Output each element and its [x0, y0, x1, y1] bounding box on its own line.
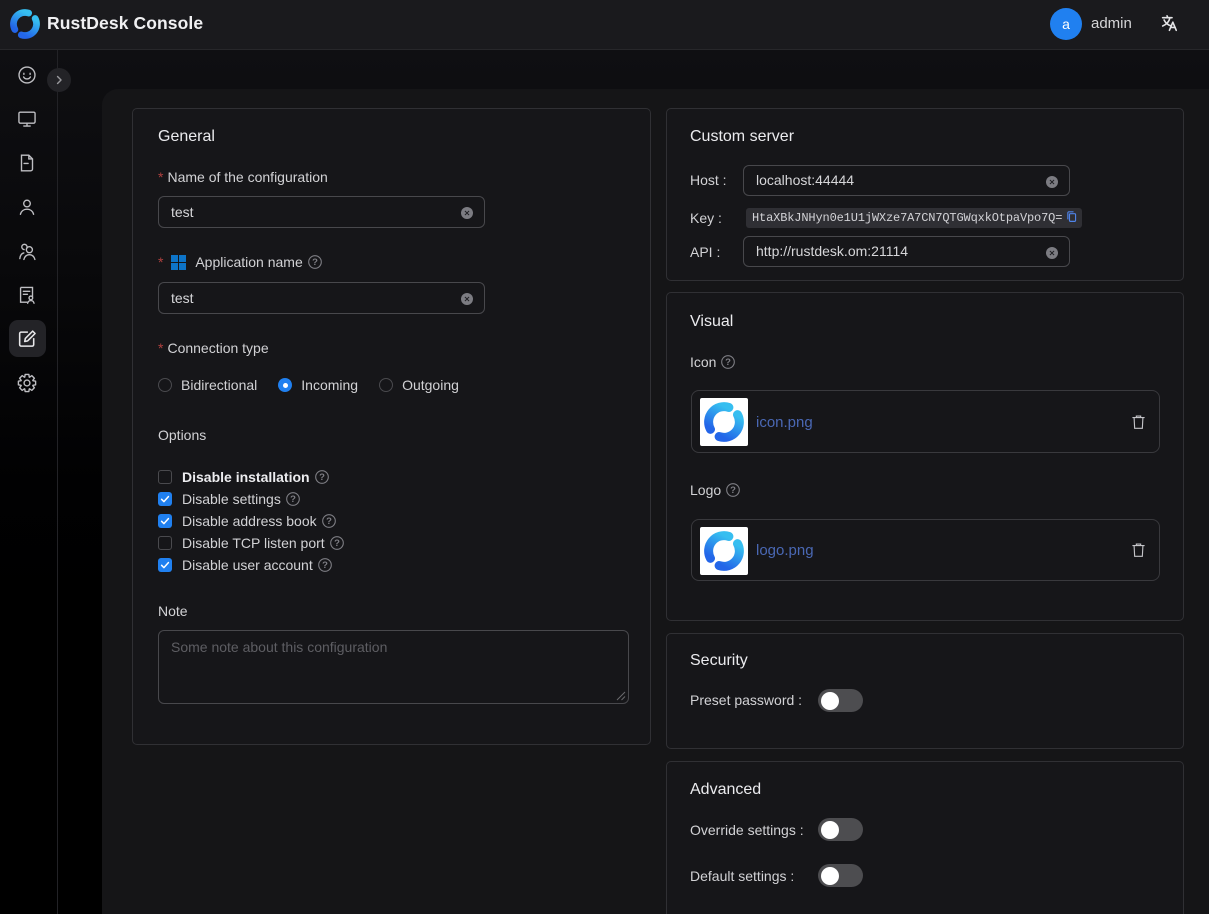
svg-text:?: ?: [326, 516, 332, 527]
svg-text:?: ?: [322, 560, 328, 571]
svg-text:?: ?: [312, 257, 318, 268]
svg-text:?: ?: [290, 494, 296, 505]
svg-text:?: ?: [730, 485, 736, 496]
svg-text:?: ?: [334, 538, 340, 549]
svg-text:?: ?: [726, 357, 732, 368]
svg-text:?: ?: [319, 472, 325, 483]
